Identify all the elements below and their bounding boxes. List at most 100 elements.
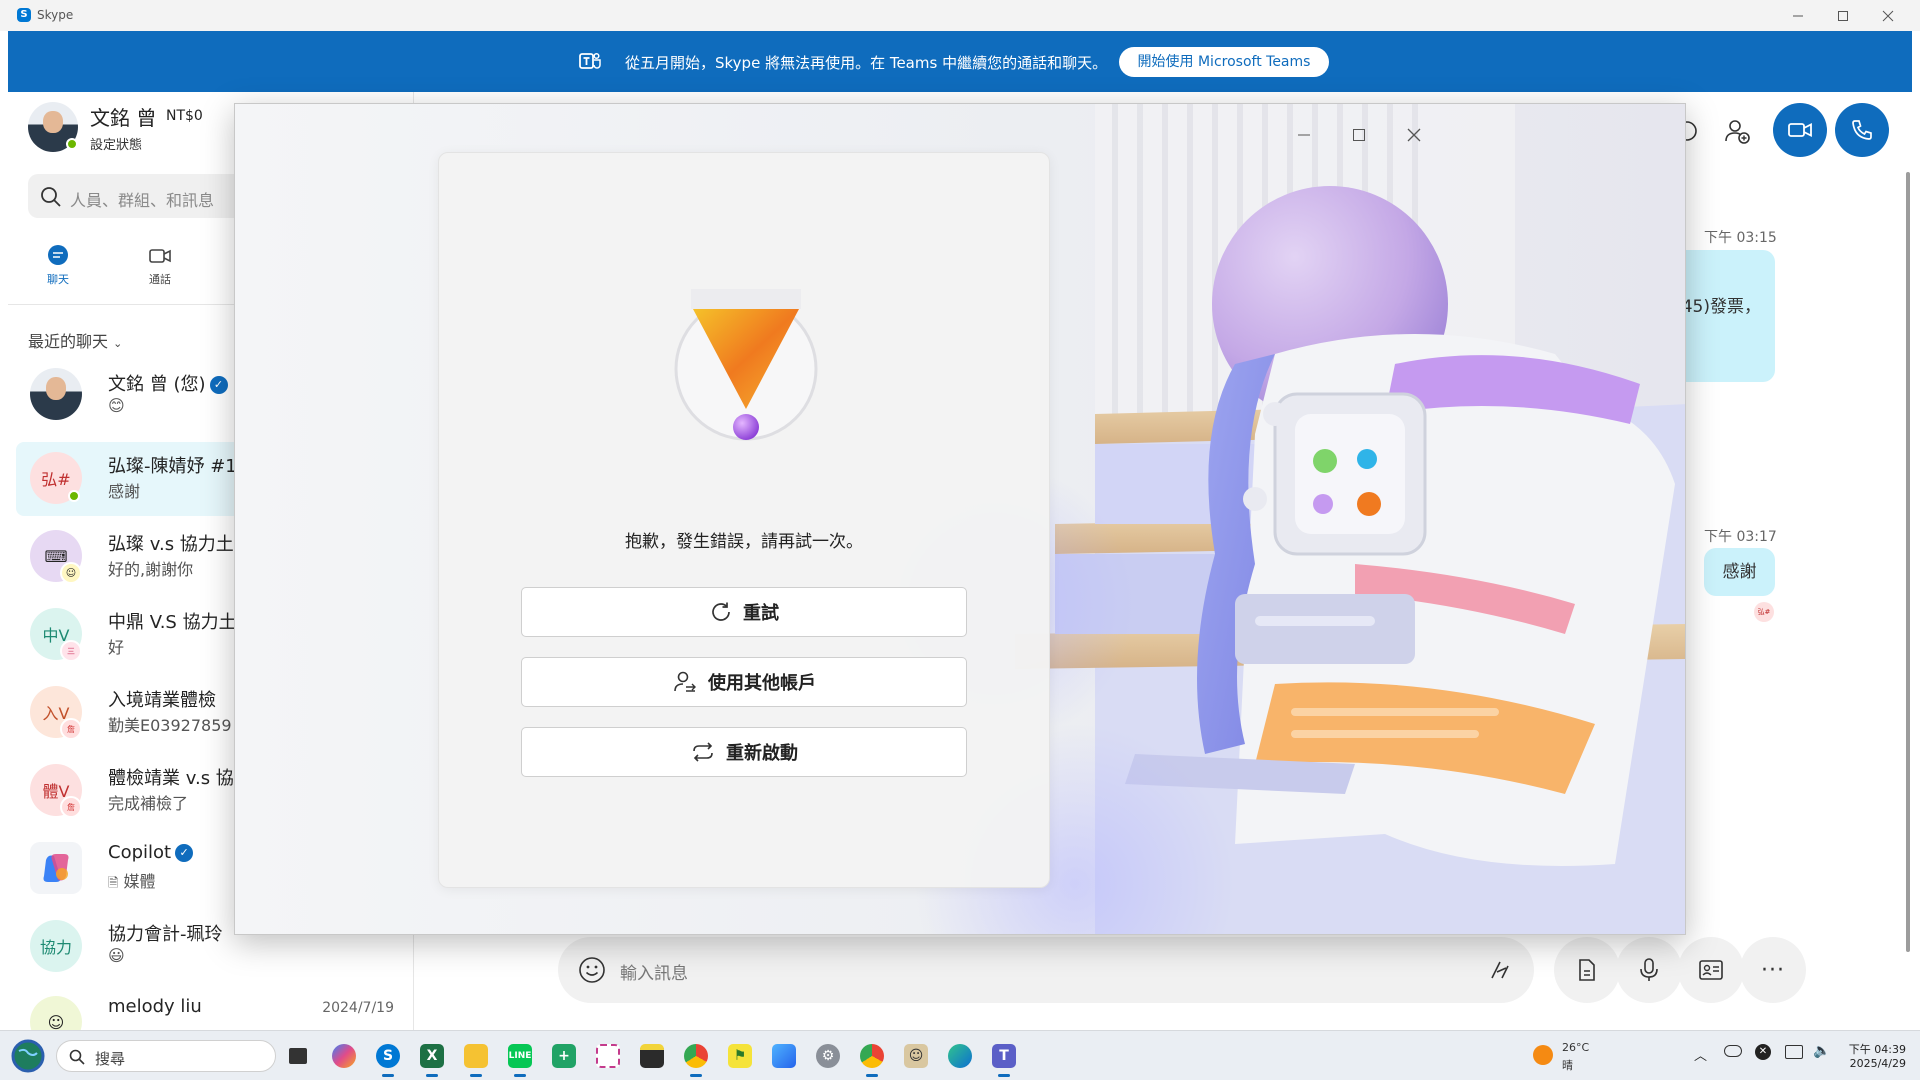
chrome-icon[interactable]	[680, 1040, 712, 1077]
maximize-button[interactable]	[1825, 4, 1861, 28]
emoji-icon[interactable]	[578, 956, 606, 984]
edge-icon[interactable]	[944, 1040, 976, 1072]
phone-icon	[1852, 120, 1872, 140]
chevron-down-icon: ⌄	[113, 337, 123, 350]
message-bubble[interactable]: 感謝	[1704, 548, 1775, 596]
chat-last-message: 完成補檢了	[108, 794, 189, 813]
chrome-profile-icon[interactable]	[856, 1040, 888, 1077]
task-view-icon[interactable]	[282, 1040, 314, 1072]
presence-indicator	[68, 490, 80, 502]
dialog-close-button[interactable]	[1396, 120, 1432, 150]
message-timestamp: 下午 03:15	[1704, 230, 1777, 246]
chat-name: 弘璨 v.s 協力土	[108, 534, 234, 555]
tab-calls[interactable]: 通話	[130, 244, 190, 287]
retry-button[interactable]: 重試	[521, 587, 967, 637]
minimize-icon	[1298, 134, 1310, 136]
restart-icon	[693, 742, 713, 762]
chat-name: 入境靖業體檢	[108, 690, 216, 711]
copilot-icon	[30, 842, 82, 894]
chevron-up-icon[interactable]: ︿	[1694, 1045, 1707, 1064]
weather-condition[interactable]: 晴	[1562, 1057, 1573, 1073]
scrollbar[interactable]	[1906, 172, 1910, 952]
video-call-button[interactable]	[1773, 103, 1827, 157]
format-text-icon[interactable]	[1488, 958, 1512, 982]
file-explorer-icon[interactable]	[460, 1040, 492, 1077]
maximize-icon	[1838, 11, 1848, 21]
avatar	[30, 368, 82, 420]
use-other-account-button[interactable]: 使用其他帳戶	[521, 657, 967, 707]
weather-sun-icon[interactable]	[1533, 1045, 1553, 1065]
message-input[interactable]: 輸入訊息	[558, 937, 1534, 1003]
onedrive-icon[interactable]	[1724, 1045, 1742, 1057]
volume-icon[interactable]: 🔈	[1813, 1043, 1830, 1059]
restart-button[interactable]: 重新啟動	[521, 727, 967, 777]
teams-icon	[579, 50, 601, 76]
recent-chats-label: 最近的聊天	[28, 332, 109, 351]
switch-account-icon	[674, 671, 696, 692]
video-icon	[1788, 123, 1812, 137]
add-people-icon[interactable]	[1722, 116, 1752, 146]
chat-last-message: 好的,謝謝你	[108, 560, 194, 579]
message-placeholder: 輸入訊息	[620, 964, 688, 984]
banner-message: 從五月開始，Skype 將無法再使用。在 Teams 中繼續您的通話和聊天。	[625, 54, 1108, 72]
app-tray-icon[interactable]: ✕	[1755, 1044, 1771, 1060]
sticky-notes-icon[interactable]	[636, 1040, 668, 1072]
voice-message-button[interactable]	[1616, 937, 1682, 1003]
window-title: Skype	[37, 8, 74, 22]
tab-chats[interactable]: 聊天	[28, 244, 88, 287]
start-teams-button[interactable]: 開始使用 Microsoft Teams	[1119, 47, 1329, 77]
video-call-icon	[149, 249, 171, 263]
spreadsheet-icon[interactable]: +	[548, 1040, 580, 1072]
profile-name[interactable]: 文銘 曾	[90, 102, 156, 131]
sub-avatar: ☺	[60, 562, 82, 584]
dialog-minimize-button[interactable]	[1286, 120, 1322, 150]
weather-temperature[interactable]: 26°C	[1562, 1041, 1589, 1054]
more-options-button[interactable]: ···	[1740, 937, 1806, 1003]
line-icon[interactable]: LINE	[504, 1040, 536, 1077]
tab-calls-label: 通話	[149, 273, 171, 286]
excel-icon[interactable]: X	[416, 1040, 448, 1077]
dialog-maximize-button[interactable]	[1341, 120, 1377, 150]
sub-avatar: 三	[60, 640, 82, 662]
chat-name: 弘璨-陳婧妤 #1	[108, 456, 237, 477]
taskbar-search-placeholder: 搜尋	[95, 1050, 126, 1068]
chat-name: 中鼎 V.S 協力土	[108, 612, 237, 633]
search-icon	[69, 1049, 85, 1065]
search-icon	[41, 187, 61, 207]
photos-icon[interactable]	[768, 1040, 800, 1072]
error-message: 抱歉，發生錯誤，請再試一次。	[625, 532, 863, 552]
globe-start-icon	[11, 1039, 45, 1073]
teams-taskbar-icon[interactable]: T	[988, 1040, 1020, 1077]
chat-icon	[48, 245, 68, 265]
chat-name: melody liu	[108, 996, 202, 1017]
runner-app-icon[interactable]: ⚑	[724, 1040, 756, 1072]
use-other-account-label: 使用其他帳戶	[708, 673, 816, 694]
network-icon[interactable]	[1785, 1045, 1803, 1059]
minimize-button[interactable]	[1780, 4, 1816, 28]
chat-last-message: 😃	[108, 946, 125, 965]
taskbar-search-input[interactable]: 搜尋	[56, 1040, 276, 1072]
read-receipt-avatar: 弘#	[1754, 602, 1774, 622]
recent-chats-header[interactable]: 最近的聊天 ⌄	[28, 328, 122, 352]
avatar-app-icon[interactable]: ☺	[900, 1040, 932, 1072]
set-status[interactable]: 設定狀態	[90, 134, 142, 153]
chat-last-message: 🗎 媒體	[108, 872, 156, 891]
chat-last-message: 勤美E03927859	[108, 716, 232, 735]
contact-card-button[interactable]	[1678, 937, 1744, 1003]
close-window-button[interactable]	[1870, 4, 1906, 28]
list-item[interactable]: ☺ melody liu 2024/7/19	[16, 986, 408, 1030]
chat-last-message: 好	[108, 638, 125, 657]
skype-taskbar-icon[interactable]: S	[372, 1040, 404, 1077]
clock-time[interactable]: 下午 04:39	[1846, 1041, 1906, 1057]
copilot-taskbar-icon[interactable]	[328, 1040, 360, 1072]
snipping-tool-icon[interactable]	[592, 1040, 624, 1072]
audio-call-button[interactable]	[1835, 103, 1889, 157]
chat-name: 體檢靖業 v.s 協	[108, 768, 234, 789]
send-file-button[interactable]	[1554, 937, 1620, 1003]
verified-icon: ✓	[209, 376, 228, 394]
settings-icon[interactable]: ⚙	[812, 1040, 844, 1072]
chat-name: Copilot ✓	[108, 842, 194, 863]
clock-date[interactable]: 2025/4/29	[1834, 1057, 1906, 1070]
skype-credit[interactable]: NT$0	[166, 108, 203, 124]
start-button[interactable]	[10, 1038, 46, 1074]
